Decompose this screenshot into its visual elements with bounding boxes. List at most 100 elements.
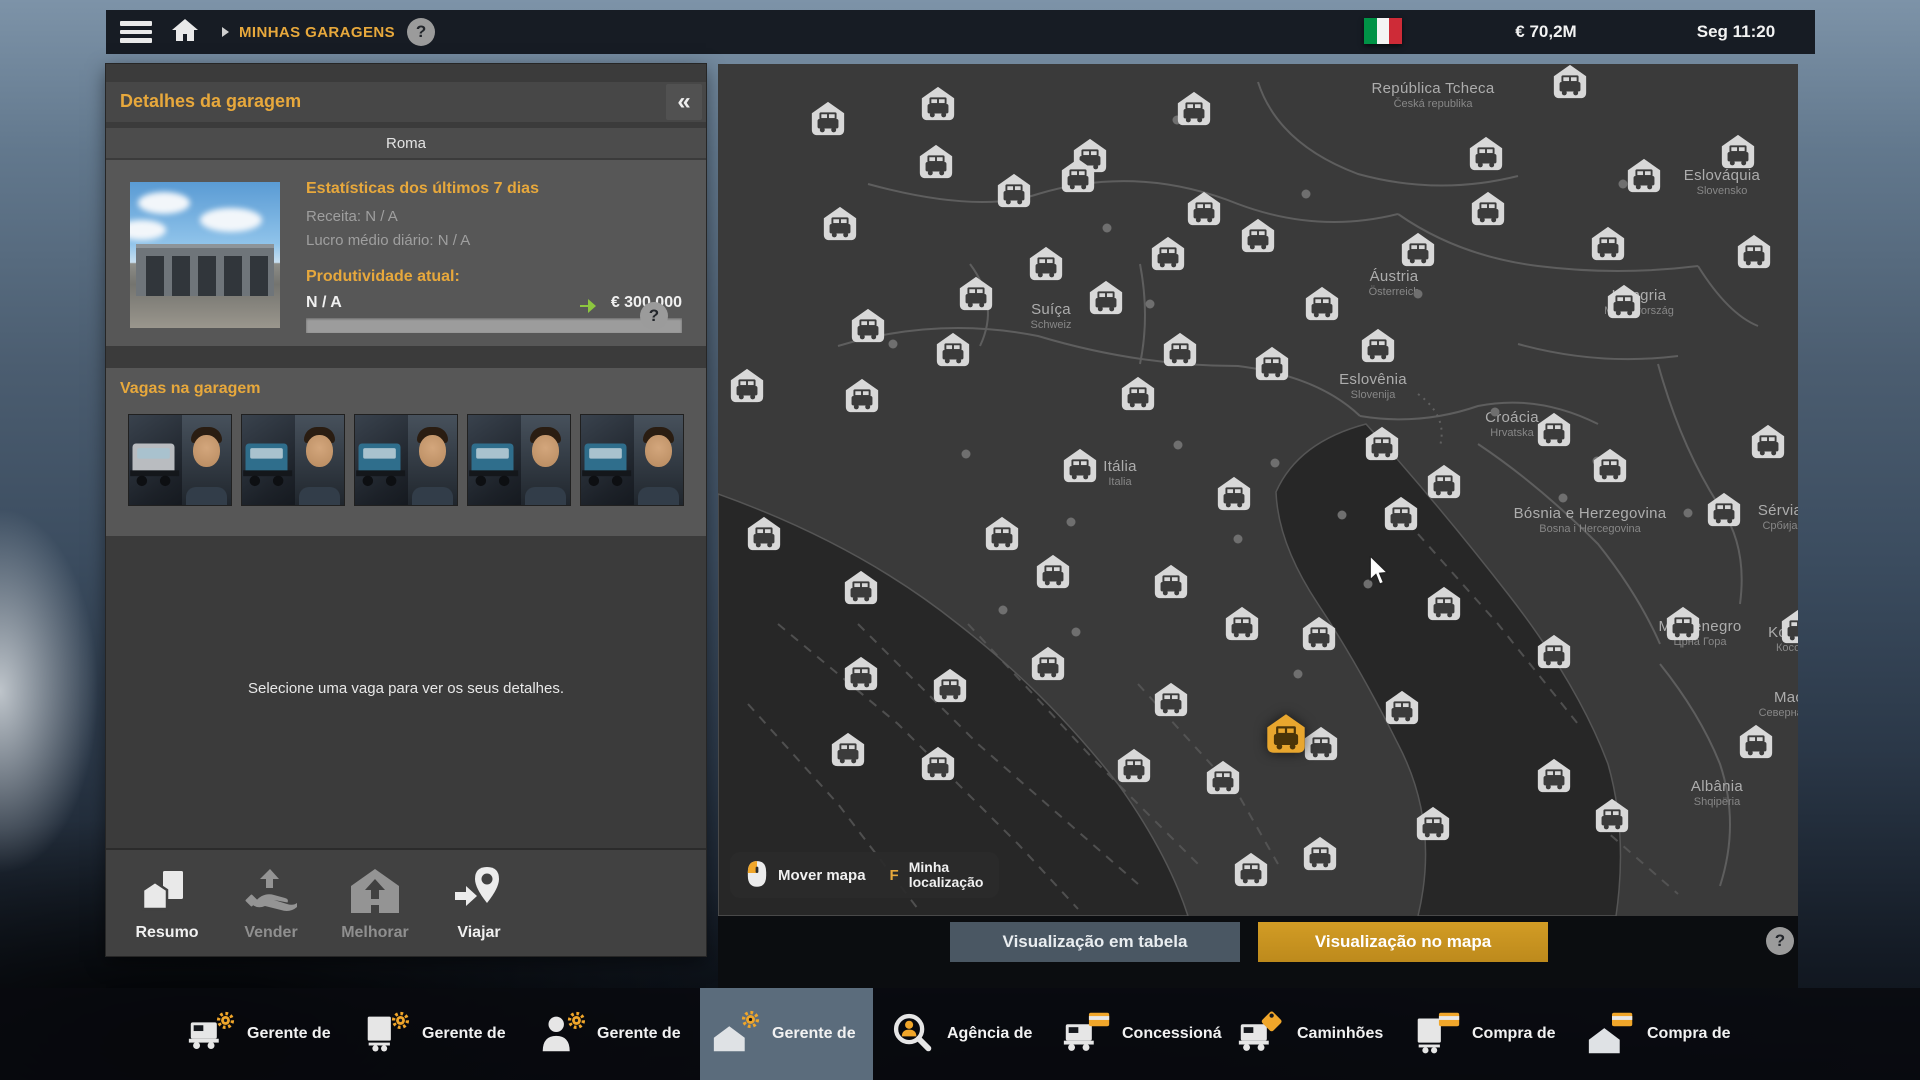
garage-marker-icon[interactable] [1382, 495, 1420, 533]
garage-marker-icon[interactable] [1161, 331, 1199, 369]
garage-marker-icon[interactable] [1215, 475, 1253, 513]
garage-marker-icon[interactable] [1469, 190, 1507, 228]
garage-marker-icon[interactable] [1185, 190, 1223, 228]
garage-marker-icon[interactable] [1223, 605, 1261, 643]
garage-marker-icon[interactable] [1175, 90, 1213, 128]
garage-marker-icon[interactable] [1087, 279, 1125, 317]
garage-marker-icon[interactable] [1664, 605, 1702, 643]
garage-marker-icon[interactable] [1204, 759, 1242, 797]
garage-marker-icon[interactable] [1152, 681, 1190, 719]
collapse-panel-button[interactable]: « [666, 84, 702, 120]
garage-slot-4[interactable] [467, 414, 571, 506]
garage-marker-icon[interactable] [1467, 135, 1505, 173]
help-icon[interactable]: ? [407, 18, 435, 46]
garage-marker-icon[interactable] [1535, 633, 1573, 671]
garage-marker-icon[interactable] [1425, 585, 1463, 623]
garage-marker-icon[interactable] [1363, 425, 1401, 463]
productivity-row: N / A € 300.000 [306, 294, 682, 316]
nav-item-reboques[interactable]: Compra dereboques [1400, 988, 1573, 1080]
garage-marker-icon[interactable] [1535, 411, 1573, 449]
nav-item-emprego[interactable]: Agência deemprego [875, 988, 1048, 1080]
garage-marker-icon[interactable] [809, 100, 847, 138]
viajar-button[interactable]: Viajar [436, 865, 522, 942]
garage-marker-icon[interactable] [1625, 157, 1663, 195]
garage-marker-icon[interactable] [842, 655, 880, 693]
garage-marker-icon[interactable] [919, 85, 957, 123]
garage-marker-icon[interactable] [1027, 245, 1065, 283]
garage-marker-icon[interactable] [1735, 233, 1773, 271]
melhorar-button[interactable]: Melhorar [332, 865, 418, 942]
garage-marker-icon[interactable] [917, 143, 955, 181]
dealership-icon [1060, 1008, 1114, 1061]
garage-marker-icon[interactable] [1719, 133, 1757, 171]
garage-marker-icon[interactable] [842, 569, 880, 607]
garage-marker-icon[interactable] [1425, 463, 1463, 501]
garage-marker-icon[interactable] [1359, 327, 1397, 365]
garage-marker-icon[interactable] [849, 307, 887, 345]
garage-slot-5[interactable] [580, 414, 684, 506]
selected-garage-marker-icon[interactable] [1264, 712, 1308, 756]
garage-marker-icon[interactable] [995, 172, 1033, 210]
garage-marker-icon[interactable] [1705, 491, 1743, 529]
garage-marker-icon[interactable] [1737, 723, 1775, 761]
city-dot [962, 450, 971, 459]
garage-marker-icon[interactable] [983, 515, 1021, 553]
productivity-help-icon[interactable]: ? [640, 302, 668, 330]
garage-marker-icon[interactable] [1034, 553, 1072, 591]
garage-marker-icon[interactable] [1591, 447, 1629, 485]
table-view-button[interactable]: Visualização em tabela [950, 922, 1240, 962]
nav-item-caminhões[interactable]: Gerente decaminhões [175, 988, 348, 1080]
map-view-button[interactable]: Visualização no mapa [1258, 922, 1548, 962]
garage-marker-icon[interactable] [1779, 608, 1798, 646]
home-button[interactable] [162, 10, 208, 54]
garage-slot-3[interactable] [354, 414, 458, 506]
garage-marker-icon[interactable] [1119, 375, 1157, 413]
garage-marker-icon[interactable] [1535, 757, 1573, 795]
garage-marker-icon[interactable] [1115, 747, 1153, 785]
garage-marker-icon[interactable] [931, 667, 969, 705]
map-help-icon[interactable]: ? [1766, 927, 1794, 955]
vender-button[interactable]: Vender [228, 865, 314, 942]
garage-slot-2[interactable] [241, 414, 345, 506]
garage-marker-icon[interactable] [829, 731, 867, 769]
garage-marker-icon[interactable] [1301, 835, 1339, 873]
garage-marker-icon[interactable] [1593, 797, 1631, 835]
nav-item-garagens[interactable]: Compra degaragens [1575, 988, 1748, 1080]
garage-marker-icon[interactable] [1253, 345, 1291, 383]
garage-marker-icon[interactable] [1239, 217, 1277, 255]
garage-marker-icon[interactable] [1414, 805, 1452, 843]
garage-marker-icon[interactable] [1061, 447, 1099, 485]
panel-header: Detalhes da garagem « [106, 82, 706, 122]
garage-marker-icon[interactable] [1383, 689, 1421, 727]
garage-marker-icon[interactable] [1152, 563, 1190, 601]
world-map[interactable]: República TchecaČeská republikaEslováqui… [718, 64, 1798, 916]
garage-marker-icon[interactable] [745, 515, 783, 553]
garage-marker-icon[interactable] [957, 275, 995, 313]
garage-marker-icon[interactable] [1029, 645, 1067, 683]
garage-marker-icon[interactable] [1059, 157, 1097, 195]
garage-marker-icon[interactable] [1232, 851, 1270, 889]
nav-item-garagens[interactable]: Gerente degaragens [700, 988, 873, 1080]
garage-marker-icon[interactable] [1303, 285, 1341, 323]
garage-marker-icon[interactable] [1149, 235, 1187, 273]
nav-item-reboques[interactable]: Gerente dereboques [350, 988, 523, 1080]
garage-marker-icon[interactable] [1399, 231, 1437, 269]
garage-marker-icon[interactable] [1749, 423, 1787, 461]
nav-item-rias[interactable]: Concessionárias [1050, 988, 1223, 1080]
garage-marker-icon[interactable] [1605, 283, 1643, 321]
menu-icon[interactable] [106, 10, 162, 54]
resumo-button[interactable]: Resumo [124, 865, 210, 942]
garage-marker-icon[interactable] [1589, 225, 1627, 263]
breadcrumb[interactable]: MINHAS GARAGENS [239, 24, 395, 41]
garage-marker-icon[interactable] [1300, 615, 1338, 653]
garage-marker-icon[interactable] [728, 367, 766, 405]
garage-marker-icon[interactable] [843, 377, 881, 415]
garage-marker-icon[interactable] [1551, 64, 1589, 101]
productivity-value: N / A [306, 294, 342, 311]
garage-marker-icon[interactable] [934, 331, 972, 369]
garage-marker-icon[interactable] [821, 205, 859, 243]
garage-marker-icon[interactable] [919, 745, 957, 783]
nav-item-usados[interactable]: Caminhõesusados [1225, 988, 1398, 1080]
nav-item-motoristas[interactable]: Gerente demotoristas [525, 988, 698, 1080]
garage-slot-1[interactable] [128, 414, 232, 506]
